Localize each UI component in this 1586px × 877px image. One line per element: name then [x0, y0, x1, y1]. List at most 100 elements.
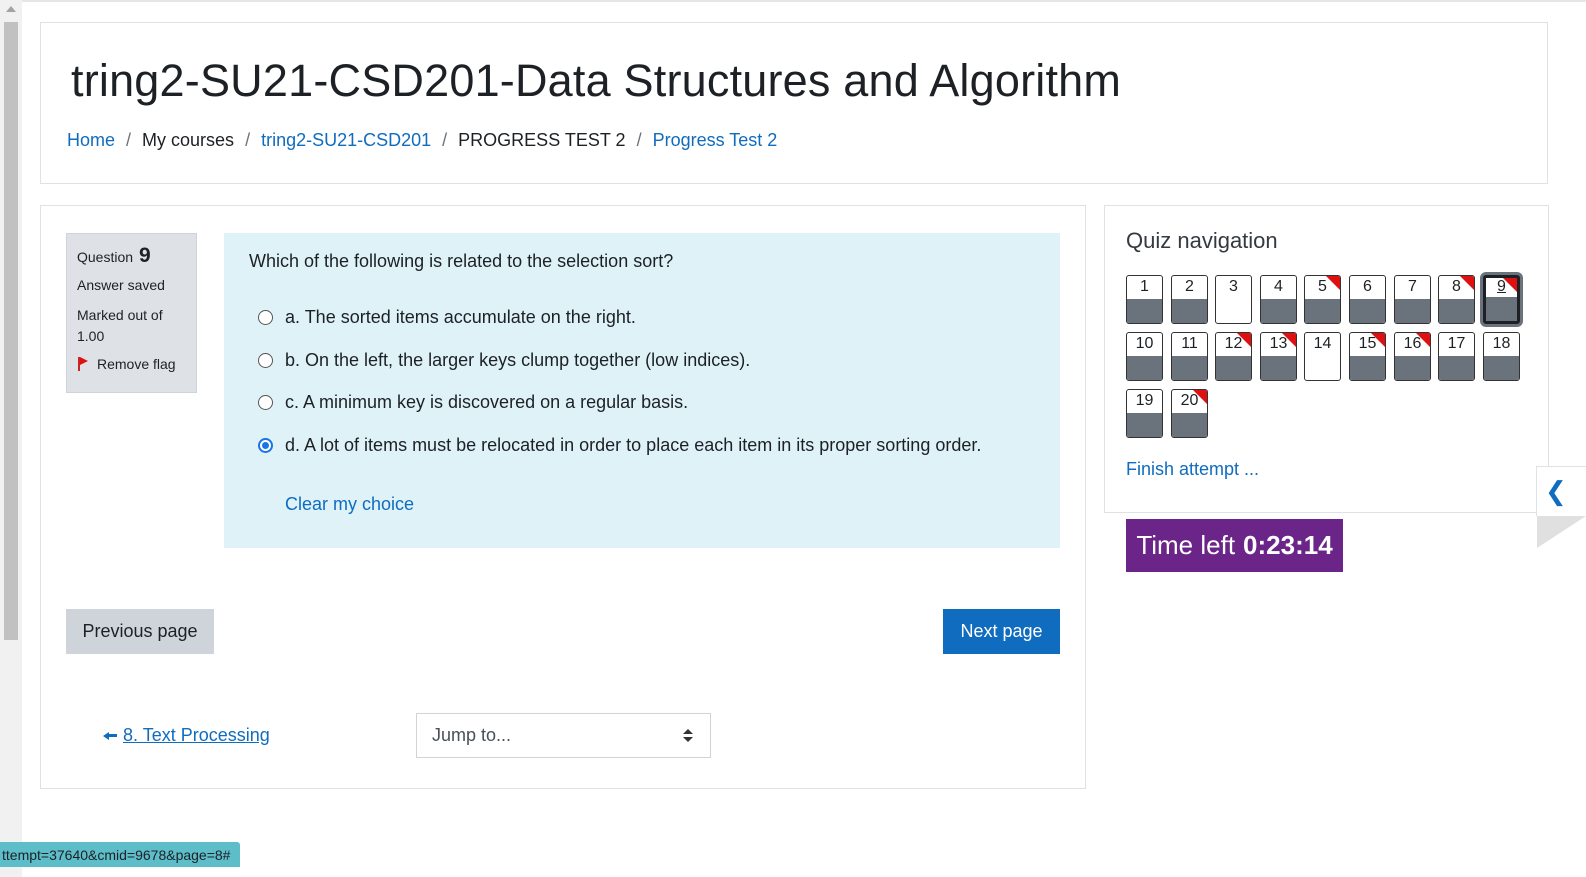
- quiz-nav-button-8[interactable]: 8: [1438, 275, 1475, 324]
- quiz-nav-button-11[interactable]: 11: [1171, 332, 1208, 381]
- time-left-label: Time left: [1136, 530, 1236, 560]
- quiz-nav-button-5[interactable]: 5: [1304, 275, 1341, 324]
- quiz-nav-button-4[interactable]: 4: [1260, 275, 1297, 324]
- answered-indicator: [1305, 299, 1340, 323]
- answer-radio-a[interactable]: [258, 310, 273, 325]
- quiz-nav-number: 18: [1492, 335, 1511, 352]
- answer-option-c[interactable]: c. A minimum key is discovered on a regu…: [258, 392, 688, 413]
- status-bar-url: ttempt=37640&cmid=9678&page=8#: [0, 842, 241, 867]
- previous-activity-link[interactable]: 8. Text Processing: [103, 725, 270, 746]
- flag-icon: [77, 357, 89, 371]
- quiz-nav-button-13[interactable]: 13: [1260, 332, 1297, 381]
- quiz-nav-number: 2: [1185, 278, 1194, 295]
- scrollbar-thumb[interactable]: [4, 22, 18, 640]
- answered-indicator: [1350, 299, 1385, 323]
- previous-activity-label: 8. Text Processing: [123, 725, 270, 745]
- answered-indicator: [1484, 356, 1519, 380]
- jump-to-select[interactable]: Jump to...: [416, 713, 711, 758]
- answered-indicator: [1486, 297, 1517, 321]
- breadcrumb-home[interactable]: Home: [67, 130, 115, 151]
- arrow-left-icon: [103, 731, 118, 740]
- answer-radio-b[interactable]: [258, 353, 273, 368]
- quiz-nav-button-18[interactable]: 18: [1483, 332, 1520, 381]
- quiz-nav-button-6[interactable]: 6: [1349, 275, 1386, 324]
- flagged-corner-icon: [1416, 333, 1430, 347]
- time-left-badge: Time left 0:23:14: [1126, 519, 1343, 572]
- breadcrumb-my-courses: My courses: [142, 130, 235, 150]
- quiz-navigation-title: Quiz navigation: [1126, 228, 1278, 253]
- answer-radio-d[interactable]: [258, 438, 273, 453]
- chevron-left-icon: ❮: [1545, 476, 1567, 507]
- breadcrumb-separator: /: [636, 130, 642, 150]
- drawer-toggle-button[interactable]: ❮: [1536, 466, 1586, 516]
- quiz-nav-button-17[interactable]: 17: [1438, 332, 1475, 381]
- answered-indicator: [1127, 356, 1162, 380]
- answered-indicator: [1172, 356, 1207, 380]
- finish-attempt-link[interactable]: Finish attempt ...: [1126, 459, 1259, 480]
- flagged-corner-icon: [1371, 333, 1385, 347]
- previous-page-button[interactable]: Previous page: [66, 609, 214, 654]
- question-label: Question: [77, 249, 134, 265]
- quiz-nav-number: 1: [1140, 278, 1149, 295]
- breadcrumb-quiz[interactable]: Progress Test 2: [653, 130, 778, 151]
- jump-to-value: Jump to...: [432, 725, 512, 745]
- quiz-nav-number: 3: [1229, 278, 1238, 295]
- page-scrollbar[interactable]: [0, 0, 22, 877]
- answer-label-a: a. The sorted items accumulate on the ri…: [285, 307, 636, 327]
- question-number: Question 9: [77, 244, 186, 268]
- quiz-nav-button-10[interactable]: 10: [1126, 332, 1163, 381]
- time-left-value: 0:23:14: [1243, 530, 1333, 560]
- quiz-nav-button-2[interactable]: 2: [1171, 275, 1208, 324]
- quiz-nav-button-1[interactable]: 1: [1126, 275, 1163, 324]
- quiz-nav-number: 10: [1135, 335, 1154, 352]
- answered-indicator: [1261, 299, 1296, 323]
- flagged-corner-icon: [1193, 390, 1207, 404]
- quiz-nav-button-7[interactable]: 7: [1394, 275, 1431, 324]
- breadcrumb-separator: /: [245, 130, 251, 150]
- answer-label-c: c. A minimum key is discovered on a regu…: [285, 392, 689, 412]
- remove-flag-label: Remove flag: [97, 356, 176, 372]
- grade-label: Marked out of: [77, 307, 163, 323]
- answered-indicator: [1350, 356, 1385, 380]
- answer-option-d[interactable]: d. A lot of items must be relocated in o…: [258, 435, 981, 456]
- breadcrumb-separator: /: [126, 130, 132, 150]
- scroll-up-icon[interactable]: [6, 6, 16, 12]
- question-content: Which of the following is related to the…: [224, 233, 1060, 548]
- quiz-nav-number: 6: [1363, 278, 1372, 295]
- breadcrumb-course[interactable]: tring2-SU21-CSD201: [261, 130, 431, 151]
- quiz-navigation-block: Quiz navigation 1 2 3 4 5 6 7 8 9 10 11 12 13 14 15 16 1…: [1104, 205, 1549, 513]
- quiz-nav-button-14[interactable]: 14: [1304, 332, 1341, 381]
- question-number-value: 9: [138, 244, 151, 267]
- flagged-corner-icon: [1460, 276, 1474, 290]
- clear-choice-link[interactable]: Clear my choice: [285, 494, 414, 515]
- answer-label-d: d. A lot of items must be relocated in o…: [285, 435, 982, 455]
- quiz-nav-number: 14: [1313, 335, 1332, 352]
- remove-flag-toggle[interactable]: Remove flag: [77, 356, 186, 372]
- answered-indicator: [1127, 299, 1162, 323]
- quiz-nav-button-20[interactable]: 20: [1171, 389, 1208, 438]
- answered-indicator: [1261, 356, 1296, 380]
- answered-indicator: [1172, 299, 1207, 323]
- quiz-nav-number: 4: [1274, 278, 1283, 295]
- quiz-nav-button-16[interactable]: 16: [1394, 332, 1431, 381]
- quiz-nav-button-12[interactable]: 12: [1215, 332, 1252, 381]
- grade-value: 1.00: [77, 328, 105, 344]
- answer-label-b: b. On the left, the larger keys clump to…: [285, 350, 751, 370]
- quiz-nav-button-19[interactable]: 19: [1126, 389, 1163, 438]
- answer-radio-c[interactable]: [258, 395, 273, 410]
- page-header: tring2-SU21-CSD201-Data Structures and A…: [40, 22, 1548, 184]
- flagged-corner-icon: [1326, 276, 1340, 290]
- next-page-button[interactable]: Next page: [943, 609, 1060, 654]
- answer-option-a[interactable]: a. The sorted items accumulate on the ri…: [258, 307, 636, 328]
- answered-indicator: [1395, 356, 1430, 380]
- quiz-nav-button-9[interactable]: 9: [1483, 275, 1520, 324]
- answered-indicator: [1216, 356, 1251, 380]
- quiz-nav-button-15[interactable]: 15: [1349, 332, 1386, 381]
- breadcrumb-section: PROGRESS TEST 2: [458, 130, 626, 150]
- breadcrumb: Home / My courses / tring2-SU21-CSD201 /…: [67, 130, 777, 151]
- flagged-corner-icon: [1237, 333, 1251, 347]
- breadcrumb-separator: /: [442, 130, 448, 150]
- answer-option-b[interactable]: b. On the left, the larger keys clump to…: [258, 350, 750, 371]
- flagged-corner-icon: [1503, 278, 1517, 292]
- quiz-nav-button-3[interactable]: 3: [1215, 275, 1252, 324]
